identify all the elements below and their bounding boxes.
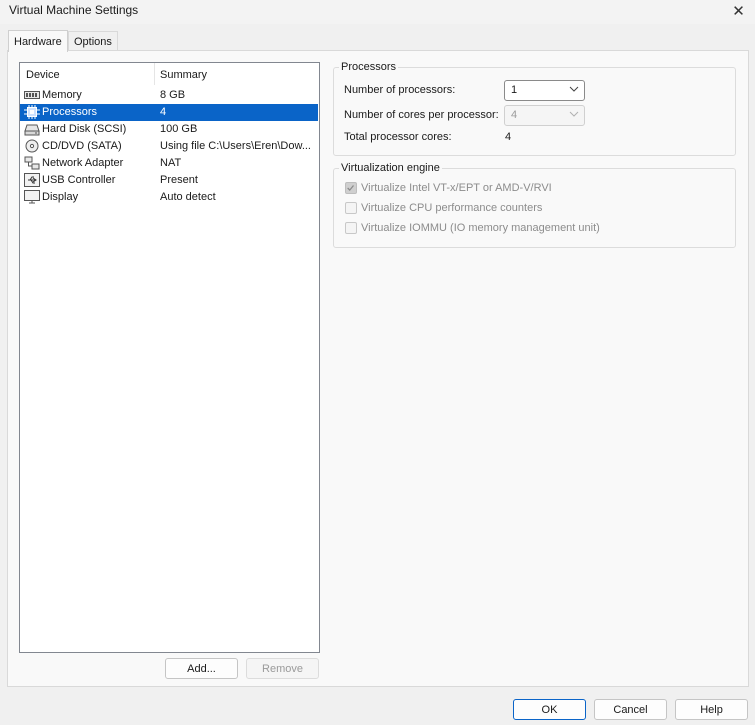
- tab-hardware[interactable]: Hardware: [8, 30, 68, 52]
- usb-icon: [24, 173, 40, 187]
- cd-dvd-icon: [25, 139, 39, 153]
- add-device-button[interactable]: Add...: [165, 658, 238, 679]
- network-adapter-icon: [24, 156, 40, 170]
- device-summary: 100 GB: [160, 123, 198, 135]
- device-name: Hard Disk (SCSI): [42, 123, 127, 135]
- column-divider[interactable]: [154, 63, 155, 85]
- device-summary: 4: [160, 106, 167, 118]
- vtx-checkbox[interactable]: [345, 182, 357, 194]
- virtualization-group-title: Virtualization engine: [339, 162, 442, 174]
- device-summary: Auto detect: [160, 191, 216, 203]
- device-row-hard-disk[interactable]: Hard Disk (SCSI) 100 GB: [20, 121, 318, 138]
- device-row-usb-controller[interactable]: USB Controller Present: [20, 172, 318, 189]
- chevron-down-icon: [569, 111, 579, 117]
- device-summary: Present: [160, 174, 198, 186]
- device-row-display[interactable]: Display Auto detect: [20, 189, 318, 206]
- total-cores-value: 4: [505, 131, 512, 143]
- device-name: Processors: [42, 106, 98, 118]
- ok-button[interactable]: OK: [513, 699, 586, 720]
- cpu-perf-counters-label: Virtualize CPU performance counters: [361, 202, 543, 214]
- device-row-cd-dvd[interactable]: CD/DVD (SATA) Using file C:\Users\Eren\D…: [20, 138, 318, 155]
- cpu-perf-counters-checkbox[interactable]: [345, 202, 357, 214]
- device-name: Memory: [42, 89, 82, 101]
- device-summary: NAT: [160, 157, 182, 169]
- tab-options[interactable]: Options: [68, 31, 118, 51]
- num-processors-label: Number of processors:: [344, 84, 456, 96]
- total-cores-label: Total processor cores:: [344, 131, 452, 143]
- cores-per-processor-label: Number of cores per processor:: [344, 109, 499, 121]
- device-summary: 8 GB: [160, 89, 186, 101]
- device-row-network-adapter[interactable]: Network Adapter NAT: [20, 155, 318, 172]
- cancel-button[interactable]: Cancel: [594, 699, 667, 720]
- tab-options-label: Options: [74, 35, 112, 48]
- device-row-memory[interactable]: Memory 8 GB: [20, 87, 318, 104]
- remove-device-button[interactable]: Remove: [246, 658, 319, 679]
- memory-icon: [24, 91, 40, 99]
- column-header-summary[interactable]: Summary: [160, 69, 207, 81]
- iommu-label: Virtualize IOMMU (IO memory management u…: [361, 222, 600, 234]
- cores-per-processor-select[interactable]: 4: [504, 105, 585, 126]
- device-name: Display: [42, 191, 79, 203]
- processor-icon: [24, 105, 40, 119]
- column-header-device[interactable]: Device: [26, 69, 60, 81]
- tab-hardware-label: Hardware: [14, 35, 62, 48]
- vtx-label: Virtualize Intel VT-x/EPT or AMD-V/RVI: [361, 182, 552, 194]
- checkmark-icon: [347, 185, 354, 192]
- processors-group-title: Processors: [339, 61, 399, 73]
- cores-per-processor-value: 4: [511, 109, 518, 121]
- iommu-checkbox[interactable]: [345, 222, 357, 234]
- device-name: USB Controller: [42, 174, 116, 186]
- device-row-processors[interactable]: Processors 4: [20, 104, 318, 121]
- help-button[interactable]: Help: [675, 699, 748, 720]
- close-icon: ✕: [732, 3, 745, 20]
- close-button[interactable]: ✕: [722, 0, 755, 22]
- hard-disk-icon: [24, 124, 40, 136]
- num-processors-select[interactable]: 1: [504, 80, 585, 101]
- num-processors-value: 1: [511, 84, 518, 96]
- window-title: Virtual Machine Settings: [9, 3, 139, 17]
- display-icon: [24, 190, 40, 204]
- chevron-down-icon: [569, 86, 579, 92]
- device-summary: Using file C:\Users\Eren\Dow...: [160, 140, 311, 152]
- device-name: CD/DVD (SATA): [42, 140, 122, 152]
- device-name: Network Adapter: [42, 157, 124, 169]
